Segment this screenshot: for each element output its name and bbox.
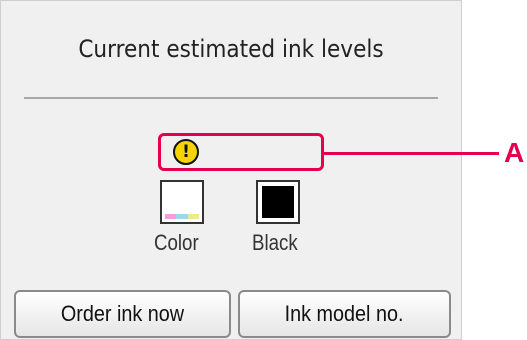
- callout-box: [158, 133, 324, 171]
- order-ink-now-label: Order ink now: [60, 301, 185, 326]
- callout-leader-line: [324, 152, 499, 155]
- ink-model-number-label: Ink model no.: [285, 301, 404, 326]
- ink-level-area: [1, 99, 461, 289]
- black-ink-level: [262, 186, 294, 218]
- black-ink-cartridge-icon: [256, 180, 300, 224]
- screen-title-text: Current estimated ink levels: [78, 35, 384, 63]
- black-ink-label: Black: [252, 230, 298, 255]
- color-ink-label: Color: [154, 230, 199, 255]
- color-ink-level: [165, 214, 199, 219]
- callout-letter: A: [504, 137, 525, 168]
- ink-model-number-button[interactable]: Ink model no.: [238, 290, 451, 338]
- order-ink-now-button[interactable]: Order ink now: [14, 290, 231, 338]
- screen-title: Current estimated ink levels: [24, 1, 438, 99]
- color-ink-cartridge-icon: [160, 180, 204, 224]
